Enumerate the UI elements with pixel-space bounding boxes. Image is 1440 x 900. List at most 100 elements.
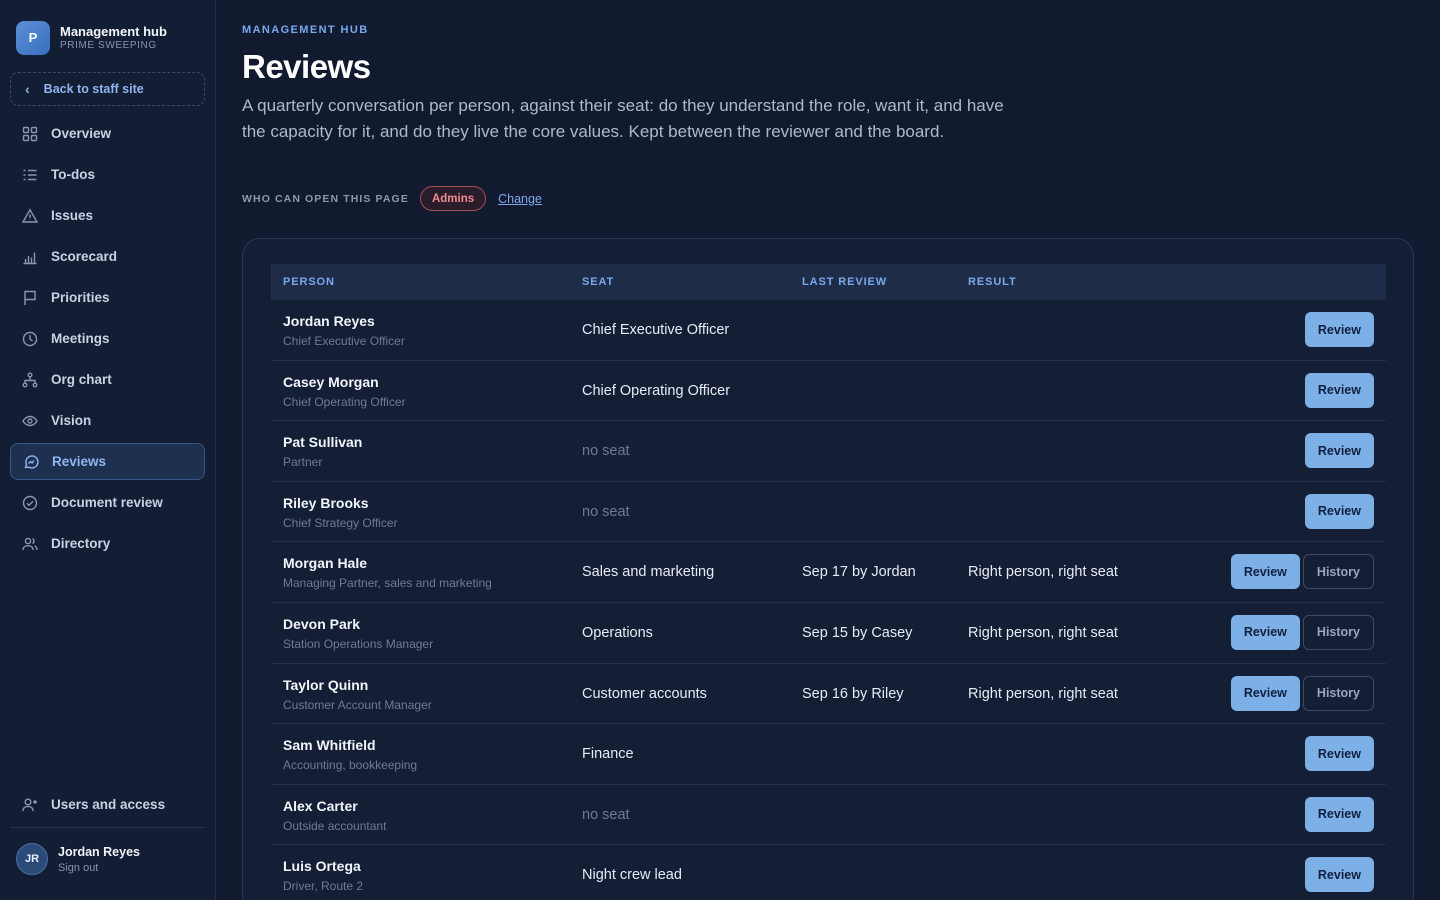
- sidebar-item-label: Issues: [51, 208, 94, 223]
- sidebar-item-meetings[interactable]: Meetings: [10, 320, 205, 357]
- history-button[interactable]: History: [1302, 554, 1374, 590]
- bar-chart-icon: [22, 249, 38, 265]
- sidebar-item-org-chart[interactable]: Org chart: [10, 361, 205, 398]
- result-cell: Right person, right seat: [968, 624, 1118, 641]
- person-name: Alex Carter: [283, 797, 358, 814]
- access-label: WHO CAN OPEN THIS PAGE: [242, 192, 409, 205]
- row-actions: Review: [1304, 857, 1374, 893]
- review-button[interactable]: Review: [1230, 614, 1300, 650]
- sidebar-item-label: Directory: [51, 536, 111, 551]
- brand-title: Management hub: [60, 24, 167, 39]
- review-button[interactable]: Review: [1230, 554, 1300, 590]
- sidebar-item-label: Vision: [51, 413, 92, 428]
- review-button[interactable]: Review: [1304, 372, 1374, 408]
- access-change-link[interactable]: Change: [498, 192, 542, 206]
- sidebar-item-overview[interactable]: Overview: [10, 115, 205, 152]
- header-last-review: LAST REVIEW: [802, 276, 888, 288]
- back-to-staff-site-link[interactable]: ‹ Back to staff site: [10, 72, 205, 106]
- sidebar-item-reviews[interactable]: Reviews: [10, 443, 205, 480]
- row-actions: Review: [1304, 736, 1374, 772]
- sidebar-nav: Overview To-dos Issues Scorecard Priorities M…: [10, 115, 205, 566]
- brand-subtitle: PRIME SWEEPING: [60, 40, 157, 51]
- history-button[interactable]: History: [1302, 675, 1374, 711]
- person-name: Devon Park: [283, 615, 361, 632]
- sign-out-link[interactable]: Sign out: [58, 862, 140, 874]
- access-badge: Admins: [419, 186, 487, 211]
- sidebar-item-vision[interactable]: Vision: [10, 402, 205, 439]
- person-role: Accounting, bookkeeping: [283, 758, 418, 773]
- sidebar-item-scorecard[interactable]: Scorecard: [10, 238, 205, 275]
- sidebar-item-document-review[interactable]: Document review: [10, 484, 205, 521]
- header-person: PERSON: [283, 276, 335, 288]
- sidebar-item-users-and-access[interactable]: Users and access: [10, 786, 205, 823]
- check-circle-icon: [22, 495, 38, 511]
- row-actions: Review: [1304, 312, 1374, 347]
- reviews-table: PERSON SEAT LAST REVIEW RESULT Jordan Re…: [271, 264, 1386, 900]
- sidebar-item-label: To-dos: [51, 167, 95, 182]
- sidebar-item-issues[interactable]: Issues: [10, 197, 205, 234]
- review-button[interactable]: Review: [1304, 796, 1374, 832]
- table-row: Morgan Hale Managing Partner, sales and m…: [271, 542, 1386, 603]
- sidebar-divider: [10, 827, 205, 828]
- reviews-card: PERSON SEAT LAST REVIEW RESULT Jordan Re…: [242, 238, 1414, 900]
- sidebar-item-directory[interactable]: Directory: [10, 525, 205, 562]
- chevron-left-icon: ‹: [25, 81, 30, 97]
- brand[interactable]: P Management hub PRIME SWEEPING: [0, 0, 215, 60]
- person-role: Driver, Route 2: [283, 879, 364, 894]
- person-role: Chief Executive Officer: [283, 334, 405, 348]
- page-description: A quarterly conversation per person, aga…: [242, 96, 1004, 141]
- flag-icon: [22, 290, 38, 306]
- person-name: Pat Sullivan: [283, 434, 363, 451]
- sidebar-item-priorities[interactable]: Priorities: [10, 279, 205, 316]
- row-actions: Review History: [1230, 675, 1374, 711]
- eye-icon: [22, 413, 38, 429]
- table-row: Jordan Reyes Chief Executive Officer Chief…: [271, 300, 1386, 361]
- history-button[interactable]: History: [1302, 614, 1374, 650]
- user-block: JR Jordan Reyes Sign out: [16, 843, 140, 875]
- brand-logo: P: [16, 20, 50, 55]
- sidebar-item-to-dos[interactable]: To-dos: [10, 156, 205, 193]
- review-button[interactable]: Review: [1304, 857, 1374, 893]
- table-header: PERSON SEAT LAST REVIEW RESULT: [271, 264, 1386, 300]
- back-link-label: Back to staff site: [43, 82, 144, 96]
- review-button[interactable]: Review: [1304, 493, 1374, 529]
- table-body: Jordan Reyes Chief Executive Officer Chief…: [271, 300, 1386, 900]
- list-icon: [22, 167, 38, 183]
- warning-triangle-icon: [22, 207, 38, 224]
- page-eyebrow: MANAGEMENT HUB: [242, 24, 369, 36]
- sidebar-item-label: Overview: [51, 126, 112, 141]
- person-role: Partner: [283, 455, 323, 470]
- person-name: Casey Morgan: [283, 373, 379, 390]
- review-button[interactable]: Review: [1304, 312, 1374, 347]
- users-and-access-label: Users and access: [51, 797, 166, 812]
- row-actions: Review History: [1230, 554, 1374, 590]
- seat-cell: no seat: [582, 806, 630, 823]
- user-name: Jordan Reyes: [58, 844, 140, 859]
- row-actions: Review: [1304, 433, 1374, 469]
- person-role: Chief Strategy Officer: [283, 515, 398, 530]
- review-button[interactable]: Review: [1230, 675, 1300, 711]
- table-row: Alex Carter Outside accountant no seat Revi…: [271, 785, 1386, 846]
- avatar: JR: [16, 843, 48, 875]
- review-button[interactable]: Review: [1304, 433, 1374, 469]
- review-button[interactable]: Review: [1304, 736, 1374, 772]
- table-row: Devon Park Station Operations Manager Oper…: [271, 603, 1386, 664]
- person-name: Jordan Reyes: [283, 313, 375, 329]
- person-role: Customer Account Manager: [283, 697, 432, 712]
- person-name: Taylor Quinn: [283, 676, 369, 693]
- seat-cell: Chief Operating Officer: [582, 382, 731, 399]
- table-row: Pat Sullivan Partner no seat Review: [271, 421, 1386, 482]
- sidebar: P Management hub PRIME SWEEPING ‹ Back t…: [0, 0, 216, 900]
- person-name: Morgan Hale: [283, 555, 368, 572]
- clock-icon: [22, 331, 38, 347]
- last-review-cell: Sep 16 by Riley: [802, 685, 904, 702]
- seat-cell: Night crew lead: [582, 867, 682, 884]
- seat-cell: Operations: [582, 624, 653, 641]
- table-row: Casey Morgan Chief Operating Officer Chief…: [271, 361, 1386, 422]
- result-cell: Right person, right seat: [968, 564, 1118, 581]
- sidebar-item-label: Meetings: [51, 331, 110, 346]
- access-row: WHO CAN OPEN THIS PAGE Admins Change: [242, 186, 542, 211]
- seat-cell: Finance: [582, 746, 634, 763]
- person-name: Sam Whitfield: [283, 737, 376, 754]
- page-title: Reviews: [242, 48, 371, 85]
